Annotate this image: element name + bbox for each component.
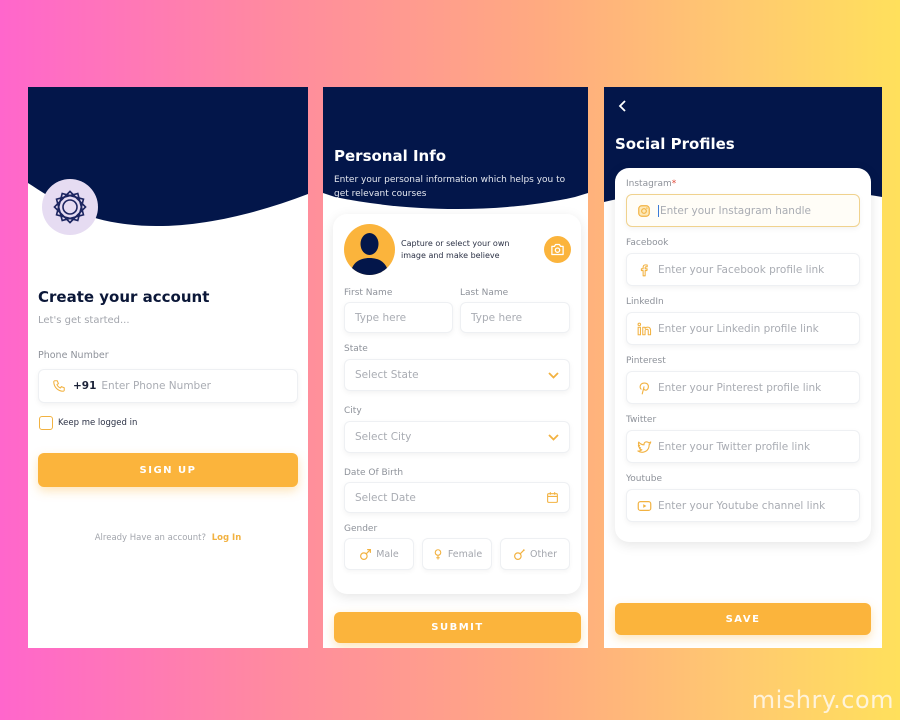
first-name-placeholder: Type here <box>355 311 407 324</box>
city-select[interactable]: Select City <box>344 421 570 453</box>
dob-input[interactable]: Select Date <box>344 482 570 513</box>
pinterest-icon <box>636 380 652 396</box>
city-placeholder: Select City <box>355 431 412 443</box>
instagram-placeholder: Enter your Instagram handle <box>660 204 812 217</box>
back-chevron-icon[interactable] <box>618 99 628 113</box>
linkedin-label: LinkedIn <box>626 297 664 307</box>
phone-label: Phone Number <box>38 350 109 361</box>
gender-label-female: Female <box>447 548 483 560</box>
youtube-input[interactable]: Enter your Youtube channel link <box>626 489 860 522</box>
gender-option-male[interactable]: Male <box>344 538 414 570</box>
twitter-label: Twitter <box>626 415 657 425</box>
twitter-placeholder: Enter your Twitter profile link <box>658 440 811 453</box>
person-silhouette-icon <box>350 233 389 275</box>
watermark: mishry.com <box>751 686 894 714</box>
gender-label-other: Other <box>530 548 557 560</box>
page-subtitle: Enter your personal information which he… <box>334 175 566 199</box>
twitter-input[interactable]: Enter your Twitter profile link <box>626 430 860 463</box>
state-select[interactable]: Select State <box>344 359 570 391</box>
chevron-down-icon <box>548 433 559 441</box>
first-name-label: First Name <box>344 288 393 298</box>
youtube-label: Youtube <box>626 474 662 484</box>
facebook-placeholder: Enter your Facebook profile link <box>658 263 825 276</box>
keep-logged-in-label: Keep me logged in <box>58 418 138 428</box>
state-placeholder: Select State <box>355 369 419 381</box>
other-gender-icon <box>514 548 525 560</box>
phone-input[interactable]: +91 Enter Phone Number <box>38 369 298 403</box>
last-name-placeholder: Type here <box>471 311 523 324</box>
text-cursor <box>658 204 659 217</box>
linkedin-placeholder: Enter your Linkedin profile link <box>658 322 819 335</box>
create-account-screen: Create your account Let's get started...… <box>28 87 308 648</box>
dob-label: Date Of Birth <box>344 468 404 478</box>
pinterest-input[interactable]: Enter your Pinterest profile link <box>626 371 860 404</box>
keep-logged-in-checkbox[interactable] <box>39 416 53 430</box>
state-label: State <box>344 344 368 354</box>
gender-label: Gender <box>344 524 378 534</box>
twitter-icon <box>636 439 652 455</box>
camera-button[interactable] <box>544 236 571 263</box>
page-title: Create your account <box>38 288 210 306</box>
personal-info-screen: Personal Info Enter your personal inform… <box>323 87 588 648</box>
linkedin-input[interactable]: Enter your Linkedin profile link <box>626 312 860 345</box>
facebook-input[interactable]: Enter your Facebook profile link <box>626 253 860 286</box>
save-button[interactable]: SAVE <box>615 603 871 635</box>
profile-avatar[interactable] <box>344 224 395 275</box>
first-name-input[interactable]: Type here <box>344 302 453 333</box>
social-profiles-card: Instagram* Enter your Instagram handle F… <box>615 168 871 542</box>
facebook-label: Facebook <box>626 238 669 248</box>
star-logo-icon <box>53 190 87 224</box>
youtube-icon <box>636 498 652 514</box>
page-subtitle: Let's get started... <box>38 315 130 326</box>
page-title: Social Profiles <box>615 135 735 153</box>
phone-placeholder: Enter Phone Number <box>101 380 211 392</box>
social-profiles-screen: Social Profiles Instagram* Enter your In… <box>604 87 882 648</box>
dob-placeholder: Select Date <box>355 491 416 504</box>
camera-icon <box>551 243 564 256</box>
instagram-label: Instagram* <box>626 179 676 189</box>
city-label: City <box>344 406 362 416</box>
youtube-placeholder: Enter your Youtube channel link <box>658 499 826 512</box>
personal-info-card: Capture or select your own image and mak… <box>333 214 581 594</box>
phone-icon <box>51 378 67 394</box>
app-logo <box>42 179 98 235</box>
gender-option-female[interactable]: Female <box>422 538 492 570</box>
instagram-label-text: Instagram <box>626 179 672 189</box>
login-prompt: Already Have an account? Log In <box>28 533 308 543</box>
page-title: Personal Info <box>334 147 447 165</box>
country-code[interactable]: +91 <box>73 380 96 392</box>
instagram-icon <box>636 203 652 219</box>
pinterest-placeholder: Enter your Pinterest profile link <box>658 381 822 394</box>
female-icon <box>434 548 442 559</box>
linkedin-icon <box>636 321 652 337</box>
male-icon <box>360 548 372 560</box>
sign-up-button[interactable]: SIGN UP <box>38 453 298 487</box>
login-link[interactable]: Log In <box>212 533 242 543</box>
last-name-input[interactable]: Type here <box>460 302 570 333</box>
instagram-input[interactable]: Enter your Instagram handle <box>626 194 860 227</box>
capture-text: Capture or select your own image and mak… <box>401 239 510 260</box>
facebook-icon <box>636 262 652 278</box>
gender-option-other[interactable]: Other <box>500 538 570 570</box>
already-account-text: Already Have an account? <box>94 533 207 543</box>
gender-label-male: Male <box>376 548 399 560</box>
chevron-down-icon <box>548 371 559 379</box>
pinterest-label: Pinterest <box>626 356 666 366</box>
submit-button[interactable]: SUBMIT <box>334 612 581 643</box>
required-marker: * <box>671 179 677 189</box>
last-name-label: Last Name <box>460 288 509 298</box>
calendar-icon <box>547 492 558 503</box>
